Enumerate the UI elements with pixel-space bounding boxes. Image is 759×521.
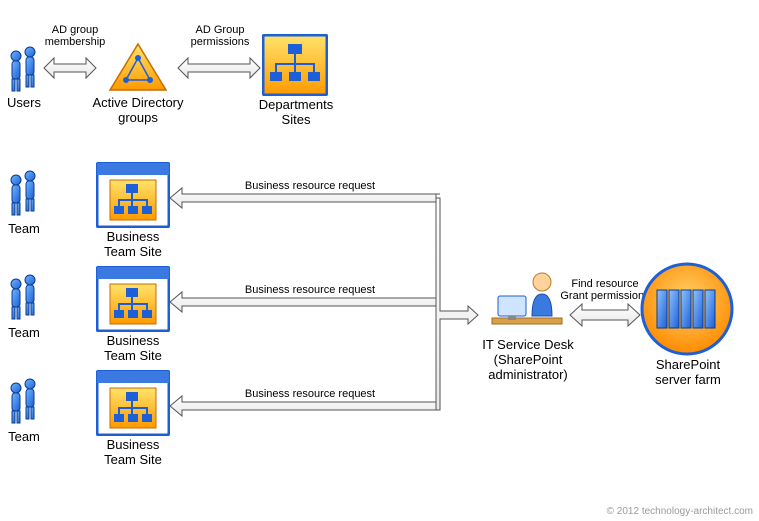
arrow-it-sp bbox=[570, 304, 640, 326]
users-label: Users bbox=[0, 96, 48, 111]
footer-copyright: © 2012 technology-architect.com bbox=[607, 506, 753, 517]
edge-label-ad-dept: AD Group permissions bbox=[185, 24, 255, 48]
it-desk-icon bbox=[488, 266, 566, 336]
edge-label-bts1: Business resource request bbox=[230, 180, 390, 192]
arrow-users-ad bbox=[44, 58, 96, 78]
team3-icon bbox=[4, 378, 44, 428]
ad-groups-icon bbox=[108, 42, 168, 94]
team2-icon bbox=[4, 274, 44, 324]
sp-farm-label: SharePoint server farm bbox=[640, 358, 736, 388]
users-icon bbox=[4, 46, 44, 96]
team3-label: Team bbox=[0, 430, 48, 445]
edge-label-users-ad: AD group membership bbox=[40, 24, 110, 48]
bts3-icon bbox=[96, 370, 170, 436]
team1-label: Team bbox=[0, 222, 48, 237]
sp-farm-icon bbox=[640, 262, 734, 356]
bts2-label: Business Team Site bbox=[90, 334, 176, 364]
diagram-canvas: AD group membership AD Group permissions… bbox=[0, 0, 759, 521]
bts1-label: Business Team Site bbox=[90, 230, 176, 260]
bts1-icon bbox=[96, 162, 170, 228]
team2-label: Team bbox=[0, 326, 48, 341]
it-desk-label: IT Service Desk (SharePoint administrato… bbox=[466, 338, 590, 383]
edge-label-bts3: Business resource request bbox=[230, 388, 390, 400]
edge-label-bts2: Business resource request bbox=[230, 284, 390, 296]
ad-groups-label: Active Directory groups bbox=[88, 96, 188, 126]
bts3-label: Business Team Site bbox=[90, 438, 176, 468]
arrow-ad-dept bbox=[178, 58, 260, 78]
team1-icon bbox=[4, 170, 44, 220]
dept-sites-label: Departments Sites bbox=[248, 98, 344, 128]
bts2-icon bbox=[96, 266, 170, 332]
arrow-trunk bbox=[170, 188, 478, 416]
dept-sites-icon bbox=[262, 34, 328, 96]
